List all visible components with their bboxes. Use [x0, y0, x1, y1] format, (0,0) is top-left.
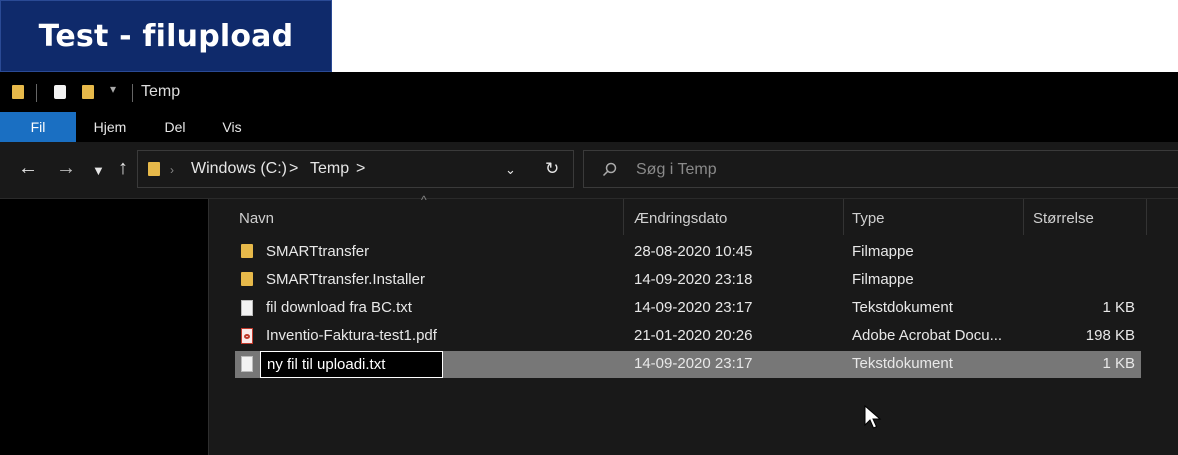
column-separator[interactable]	[1146, 199, 1147, 235]
file-type: Tekstdokument	[852, 299, 953, 316]
navigation-pane	[0, 199, 208, 455]
breadcrumb-chevron-icon[interactable]: ›	[170, 163, 174, 177]
file-row-selected[interactable]: ny fil til uploadi.txt 14-09-2020 23:17 …	[235, 351, 1141, 378]
column-header-date[interactable]: Ændringsdato	[634, 205, 727, 233]
file-row[interactable]: SMARTtransfer 28-08-2020 10:45 Filmappe	[235, 239, 1141, 266]
folder-icon	[12, 85, 24, 99]
breadcrumb-separator[interactable]: >	[356, 160, 365, 178]
file-row[interactable]: fil download fra BC.txt 14-09-2020 23:17…	[235, 295, 1141, 322]
folder-icon	[241, 244, 253, 258]
tab-vis[interactable]: Vis	[218, 112, 246, 142]
address-bar-area: ← → ▼ ↑ › Windows (C:) > Temp > ⌄ ↻ Søg …	[0, 142, 1178, 199]
column-separator[interactable]	[843, 199, 844, 235]
ribbon-tabs: Fil Hjem Del Vis	[0, 112, 1178, 142]
file-type: Filmappe	[852, 243, 914, 260]
forward-arrow-icon[interactable]: →	[56, 158, 76, 178]
file-size: 1 KB	[1102, 299, 1135, 316]
file-list: ^ Navn Ændringsdato Type Størrelse SMART…	[209, 193, 1178, 455]
address-bar[interactable]: › Windows (C:) > Temp > ⌄ ↻	[137, 150, 574, 188]
file-date: 14-09-2020 23:17	[634, 299, 753, 316]
breadcrumb-drive[interactable]: Windows (C:)	[191, 160, 287, 178]
column-separator[interactable]	[623, 199, 624, 235]
breadcrumb-folder[interactable]: Temp	[310, 160, 349, 178]
file-row[interactable]: Inventio-Faktura-test1.pdf 21-01-2020 20…	[235, 323, 1141, 350]
file-type: Tekstdokument	[852, 355, 953, 372]
column-header-type[interactable]: Type	[852, 205, 885, 233]
sort-ascending-icon: ^	[421, 193, 427, 207]
file-row[interactable]: SMARTtransfer.Installer 14-09-2020 23:18…	[235, 267, 1141, 294]
file-type: Adobe Acrobat Docu...	[852, 327, 1003, 344]
column-header-size[interactable]: Størrelse	[1033, 205, 1094, 233]
pdf-file-icon	[241, 328, 253, 344]
search-box[interactable]: Søg i Temp	[583, 150, 1178, 188]
column-header-name[interactable]: Navn	[239, 205, 274, 233]
rename-input-value: ny fil til uploadi.txt	[267, 356, 386, 373]
refresh-icon[interactable]: ↻	[545, 159, 559, 179]
file-explorer-window: ▾ Temp Fil Hjem Del Vis ← → ▼ ↑ › Window…	[0, 72, 1178, 455]
file-date: 21-01-2020 20:26	[634, 327, 753, 344]
file-type: Filmappe	[852, 271, 914, 288]
back-arrow-icon[interactable]: ←	[18, 158, 38, 178]
column-separator[interactable]	[1023, 199, 1024, 235]
banner-title: Test - filupload	[38, 18, 294, 54]
file-name: SMARTtransfer	[266, 243, 370, 260]
divider	[36, 84, 37, 102]
address-dropdown-chevron-icon[interactable]: ⌄	[505, 162, 516, 178]
tab-del[interactable]: Del	[160, 112, 190, 142]
up-arrow-icon[interactable]: ↑	[118, 158, 128, 178]
text-file-icon	[241, 300, 253, 316]
title-banner: Test - filupload	[0, 0, 332, 72]
file-name: SMARTtransfer.Installer	[266, 271, 425, 288]
file-date: 28-08-2020 10:45	[634, 243, 753, 260]
folder-icon	[241, 272, 253, 286]
divider	[132, 84, 133, 102]
tab-fil[interactable]: Fil	[0, 112, 76, 142]
tab-hjem[interactable]: Hjem	[90, 112, 130, 142]
file-name: Inventio-Faktura-test1.pdf	[266, 327, 437, 344]
customize-quick-access-icon[interactable]: ▾	[110, 82, 116, 96]
file-name: fil download fra BC.txt	[266, 299, 412, 316]
file-date: 14-09-2020 23:18	[634, 271, 753, 288]
recent-locations-chevron-icon[interactable]: ▼	[92, 161, 105, 181]
mouse-cursor-icon	[864, 405, 882, 429]
title-bar: ▾ Temp	[0, 72, 1178, 112]
file-size: 1 KB	[1102, 355, 1135, 372]
text-file-icon	[241, 356, 253, 372]
rename-input[interactable]: ny fil til uploadi.txt	[260, 351, 443, 378]
search-placeholder: Søg i Temp	[636, 161, 717, 178]
window-title: Temp	[141, 83, 181, 100]
properties-icon[interactable]	[54, 85, 66, 99]
breadcrumb-separator[interactable]: >	[289, 160, 298, 178]
folder-icon	[148, 162, 160, 176]
file-date: 14-09-2020 23:17	[634, 355, 753, 372]
search-icon	[602, 162, 617, 177]
file-size: 198 KB	[1085, 327, 1135, 344]
new-folder-icon[interactable]	[82, 85, 94, 99]
